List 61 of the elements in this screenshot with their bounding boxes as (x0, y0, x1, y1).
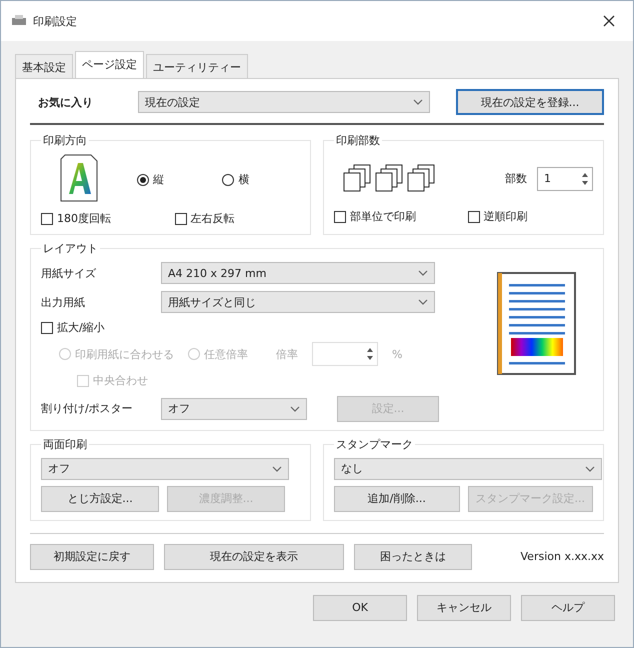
radio-label: 印刷用紙に合わせる (75, 346, 174, 362)
footer-button[interactable]: 現在の設定を表示 (164, 544, 344, 570)
chevron-down-icon (272, 466, 282, 472)
stamp-dropdown[interactable]: なし (334, 458, 602, 480)
chevron-down-icon (418, 299, 428, 305)
version-text: Version x.xx.xx (520, 550, 604, 563)
spin-arrows-icon[interactable] (580, 170, 590, 186)
chevron-down-icon (585, 466, 595, 472)
tab[interactable]: ページ設定 (75, 51, 144, 78)
percent-label: % (392, 348, 402, 360)
radio-button[interactable] (136, 174, 149, 186)
dialog-button[interactable]: ヘルプ (521, 594, 615, 620)
favorites-label: お気に入り (37, 94, 94, 110)
ratio-label: 倍率 (276, 346, 298, 362)
radio-label: 縦 (152, 172, 164, 187)
chevron-down-icon (418, 270, 428, 276)
window-title: 印刷設定 (33, 14, 78, 28)
nup-poster-label: 割り付け/ポスター (41, 401, 134, 416)
checkbox[interactable] (41, 322, 53, 334)
spin-arrows-icon[interactable] (365, 346, 375, 362)
register-settings-button[interactable]: 現在の設定を登録... (456, 89, 604, 115)
output-paper-label: 出力用紙 (41, 294, 86, 310)
footer-button[interactable]: 困ったときは (354, 544, 472, 570)
checkbox[interactable] (334, 210, 346, 222)
output-paper-dropdown[interactable]: 用紙サイズと同じ (161, 291, 435, 313)
paper-size-label: 用紙サイズ (41, 266, 97, 280)
close-icon (603, 14, 615, 26)
group-title: レイアウト (42, 241, 99, 256)
radio-button[interactable] (222, 174, 234, 186)
group-title: 印刷方向 (42, 133, 88, 148)
duplex-option-button[interactable]: とじ方設定... (41, 486, 159, 512)
checkbox-label: 中央合わせ (93, 373, 148, 388)
radio-label: 任意倍率 (204, 346, 248, 362)
checkbox[interactable] (468, 210, 480, 222)
checkbox[interactable] (174, 212, 186, 224)
stamp-option-button[interactable]: 追加/削除... (334, 486, 460, 512)
favorites-dropdown[interactable]: 現在の設定 (138, 91, 430, 113)
duplex-dropdown[interactable]: オフ (41, 458, 289, 480)
paper-size-dropdown[interactable]: A4 210 x 297 mm (161, 262, 435, 284)
tab[interactable]: ユーティリティー (146, 54, 248, 78)
checkbox-label: 左右反転 (190, 211, 234, 226)
group-title: 印刷部数 (335, 133, 381, 148)
nup-poster-dropdown[interactable]: オフ (161, 398, 307, 420)
checkbox-label: 180度回転 (57, 211, 111, 226)
copies-spinner[interactable]: 1 (537, 166, 593, 190)
group-title: 両面印刷 (42, 436, 88, 452)
footer-button[interactable]: 初期設定に戻す (30, 544, 154, 570)
portrait-page-icon (59, 154, 99, 202)
dialog-button[interactable]: OK (313, 594, 407, 620)
chevron-down-icon (290, 406, 300, 412)
copies-label: 部数 (505, 171, 527, 186)
checkbox-label: 拡大/縮小 (57, 320, 105, 335)
chevron-down-icon (413, 99, 423, 105)
checkbox[interactable] (41, 212, 53, 224)
checkbox-label: 部単位で印刷 (350, 209, 416, 224)
radio-label: 横 (238, 172, 250, 187)
tab[interactable]: 基本設定 (15, 54, 73, 78)
printer-icon (11, 15, 27, 27)
dialog-button[interactable]: キャンセル (417, 594, 511, 620)
group-title: スタンプマーク (335, 436, 414, 452)
checkbox-label: 逆順印刷 (484, 209, 528, 224)
